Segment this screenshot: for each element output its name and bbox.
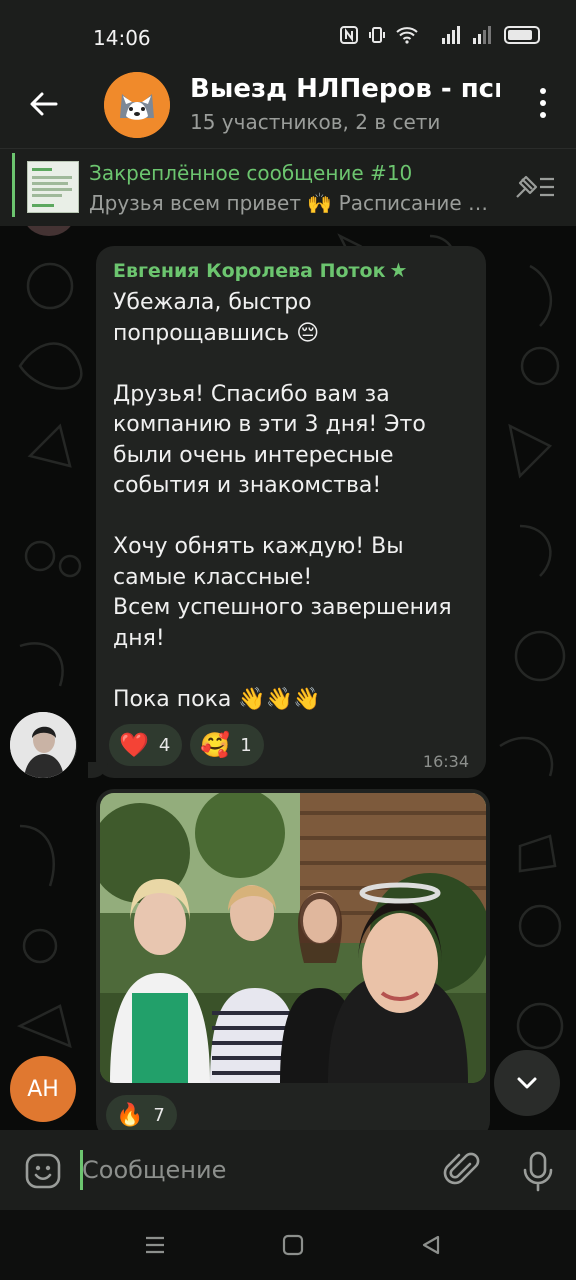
chat-avatar[interactable] <box>104 72 170 138</box>
system-nav-bar <box>0 1210 576 1280</box>
scroll-down-button[interactable] <box>494 1050 560 1116</box>
pinned-text: Друзья всем привет 🙌 Расписание н... <box>89 191 499 215</box>
chat-subtitle: 15 участников, 2 в сети <box>190 110 441 134</box>
emoji-button[interactable] <box>24 1152 62 1190</box>
wifi-icon <box>396 27 418 44</box>
pinned-list-button[interactable] <box>514 173 556 201</box>
nfc-icon <box>340 26 358 44</box>
chat-area[interactable]: Евгения Королева Поток ★ Убежала, быстро … <box>0 226 576 1130</box>
back-button[interactable] <box>26 86 62 122</box>
sender-name-text: Евгения Королева Поток <box>113 260 386 282</box>
reaction-emoji: ❤️ <box>119 731 149 759</box>
star-icon: ★ <box>389 258 408 282</box>
paperclip-icon <box>443 1152 480 1185</box>
vibrate-icon <box>369 27 385 43</box>
portrait-avatar <box>10 712 76 778</box>
reaction-emoji: 🔥 <box>116 1102 144 1128</box>
reaction-fire[interactable]: 🔥 7 <box>106 1095 177 1130</box>
smile-icon <box>25 1153 61 1189</box>
more-menu-button[interactable] <box>538 88 548 118</box>
reaction-count: 7 <box>153 1104 165 1126</box>
status-time: 14:06 <box>93 26 151 50</box>
pinned-thumbnail <box>27 161 79 213</box>
battery-icon <box>504 26 540 44</box>
message-text: Убежала, быстро попрощавшись 😔 Друзья! С… <box>113 290 452 712</box>
status-icons <box>340 26 540 44</box>
chat-header: Выезд НЛПеров - псих 15 участников, 2 в … <box>0 72 576 148</box>
dot-icon <box>540 88 546 94</box>
microphone-button[interactable] <box>520 1150 556 1192</box>
reactions: ❤️ 4 🥰 1 <box>109 724 264 766</box>
dot-icon <box>540 100 546 106</box>
pinned-indicator <box>12 153 15 217</box>
square-icon <box>282 1234 304 1256</box>
chat-title[interactable]: Выезд НЛПеров - псих <box>190 74 500 104</box>
back-nav-button[interactable] <box>420 1234 442 1260</box>
message-bubble[interactable]: Евгения Королева Поток ★ Убежала, быстро … <box>96 246 486 778</box>
reaction-count: 1 <box>240 734 252 756</box>
reaction-count: 4 <box>158 734 171 756</box>
chevron-down-icon <box>517 1077 537 1089</box>
sender-name[interactable]: Евгения Королева Поток ★ <box>113 258 407 282</box>
husky-avatar-icon <box>104 72 170 138</box>
microphone-icon <box>523 1151 553 1192</box>
message-time: 16:34 <box>422 752 469 771</box>
message-input[interactable] <box>82 1152 422 1188</box>
signal-icon <box>442 26 460 44</box>
status-bar: 14:06 <box>0 0 576 72</box>
photo-message-bubble[interactable]: 🔥 7 <box>96 789 490 1130</box>
recent-apps-button[interactable] <box>144 1234 166 1260</box>
signal-2-icon <box>473 26 491 44</box>
reaction-smiling-hearts[interactable]: 🥰 1 <box>190 724 264 766</box>
attach-button[interactable] <box>442 1150 482 1190</box>
user-avatar[interactable]: АН <box>10 1056 76 1122</box>
group-photo-image <box>100 793 486 1083</box>
sender-avatar[interactable] <box>10 712 76 778</box>
pin-list-icon <box>516 175 554 198</box>
pinned-title: Закреплённое сообщение #10 <box>89 161 413 185</box>
home-button[interactable] <box>282 1234 304 1260</box>
arrow-left-icon <box>30 92 58 116</box>
message-composer <box>0 1130 576 1210</box>
triangle-back-icon <box>422 1235 440 1255</box>
dot-icon <box>540 112 546 118</box>
pinned-message-bar[interactable]: Закреплённое сообщение #10 Друзья всем п… <box>0 148 576 226</box>
reaction-emoji: 🥰 <box>200 731 231 759</box>
menu-lines-icon <box>146 1236 164 1254</box>
group-photo[interactable] <box>100 793 486 1083</box>
reaction-heart[interactable]: ❤️ 4 <box>109 724 183 766</box>
